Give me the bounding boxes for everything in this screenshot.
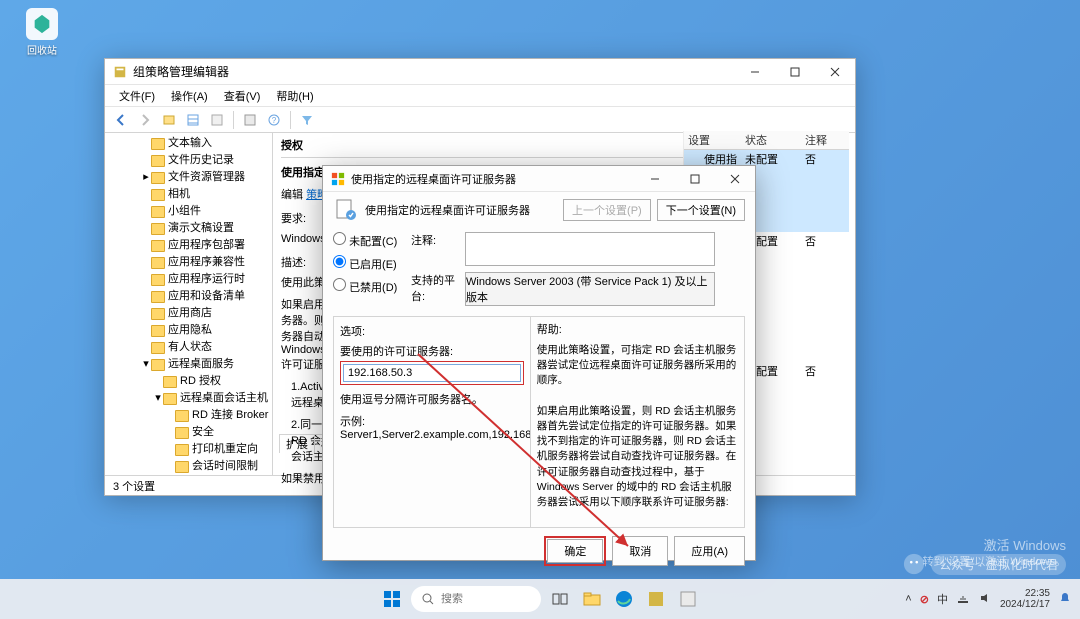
dlg-titlebar[interactable]: 使用指定的远程桌面许可证服务器	[323, 166, 755, 192]
activate-windows-watermark: 激活 Windows 转到"设置"以激活 Windows。	[923, 538, 1067, 569]
tab-extended[interactable]: 扩展	[279, 434, 314, 453]
next-setting-button[interactable]: 下一个设置(N)	[657, 199, 745, 221]
supported-field: Windows Server 2003 (带 Service Pack 1) 及…	[465, 272, 715, 306]
task-view-button[interactable]	[547, 586, 573, 612]
gp-menubar: 文件(F) 操作(A) 查看(V) 帮助(H)	[105, 85, 855, 107]
gp-minimize-button[interactable]	[735, 59, 775, 85]
license-hint: 使用逗号分隔许可服务器名。	[340, 391, 524, 407]
tree-item[interactable]: 应用程序兼容性	[105, 254, 272, 271]
tree-item[interactable]: 应用程序运行时	[105, 271, 272, 288]
dlg-maximize-button[interactable]	[675, 166, 715, 192]
gp-title: 组策略管理编辑器	[133, 63, 735, 80]
dlg-window-icon	[331, 172, 345, 186]
edit-label: 编辑	[281, 189, 303, 201]
tree-item[interactable]: 安全	[105, 424, 272, 441]
menu-help[interactable]: 帮助(H)	[270, 86, 319, 106]
tree-item[interactable]: 应用程序包部署	[105, 237, 272, 254]
help-pane: 帮助: 使用此策略设置，可指定 RD 会话主机服务器尝试定位远程桌面许可证服务器…	[531, 317, 744, 527]
menu-file[interactable]: 文件(F)	[113, 86, 161, 106]
edge-taskbar-icon[interactable]	[611, 586, 637, 612]
policy-icon	[333, 198, 357, 222]
taskbar-search-input[interactable]	[441, 593, 531, 605]
options-header: 选项:	[340, 323, 524, 339]
policy-dialog-window: 使用指定的远程桌面许可证服务器 使用指定的远程桌面许可证服务器 上一个设置(P)…	[322, 165, 756, 561]
example-text: Server1,Server2.example.com,192.168.1.1	[340, 429, 524, 441]
tree-item[interactable]: 文本输入	[105, 135, 272, 152]
recycle-bin-desktop-icon[interactable]: 回收站	[18, 8, 66, 57]
tree-item[interactable]: 应用隐私	[105, 322, 272, 339]
tree-item[interactable]: 会话时间限制	[105, 458, 272, 475]
tree-item[interactable]: RD 授权	[105, 373, 272, 390]
gp-tree-panel[interactable]: 文本输入文件历史记录▸文件资源管理器相机小组件演示文稿设置应用程序包部署应用程序…	[105, 133, 273, 475]
toolbar-help-icon[interactable]: ?	[264, 110, 284, 130]
tree-item[interactable]: 小组件	[105, 203, 272, 220]
toolbar-forward-button[interactable]	[135, 110, 155, 130]
toolbar-list-icon[interactable]	[183, 110, 203, 130]
options-pane: 选项: 要使用的许可证服务器: 使用逗号分隔许可服务器名。 示例: Server…	[334, 317, 531, 527]
tree-item[interactable]: ▾远程桌面会话主机	[105, 390, 272, 407]
taskbar: ˄ ⊘ 中 22:35 2024/12/17	[0, 579, 1080, 619]
tray-network-icon[interactable]	[956, 591, 970, 608]
gp-taskbar-icon[interactable]	[643, 586, 669, 612]
taskbar-clock[interactable]: 22:35 2024/12/17	[1000, 588, 1050, 610]
tree-item[interactable]: 应用和设备清单	[105, 288, 272, 305]
toolbar-filter-icon[interactable]	[297, 110, 317, 130]
example-label: 示例:	[340, 413, 524, 429]
tree-item[interactable]: ▸文件资源管理器	[105, 169, 272, 186]
taskbar-search[interactable]	[411, 586, 541, 612]
menu-view[interactable]: 查看(V)	[218, 86, 267, 106]
tray-volume-icon[interactable]	[978, 591, 992, 608]
settings-taskbar-icon[interactable]	[675, 586, 701, 612]
tree-item[interactable]: 有人状态	[105, 339, 272, 356]
gp-maximize-button[interactable]	[775, 59, 815, 85]
cancel-button[interactable]: 取消	[612, 536, 668, 566]
dlg-policy-name: 使用指定的远程桌面许可证服务器	[365, 202, 555, 218]
gp-toolbar: ?	[105, 107, 855, 133]
menu-action[interactable]: 操作(A)	[165, 86, 214, 106]
tree-item[interactable]: RD 连接 Broker	[105, 407, 272, 424]
explorer-taskbar-icon[interactable]	[579, 586, 605, 612]
gp-titlebar[interactable]: 组策略管理编辑器	[105, 59, 855, 85]
help-header: 帮助:	[537, 323, 738, 339]
tray-security-icon[interactable]: ⊘	[920, 593, 929, 606]
config-radio-group: 未配置(C) 已启用(E) 已禁用(D)	[333, 232, 401, 295]
radio-enabled[interactable]: 已启用(E)	[333, 255, 401, 272]
gp-close-button[interactable]	[815, 59, 855, 85]
comment-label: 注释:	[411, 232, 459, 266]
gp-window-icon	[113, 65, 127, 79]
license-servers-label: 要使用的许可证服务器:	[340, 343, 524, 359]
desc-label: 描述:	[281, 257, 306, 269]
tree-item[interactable]: 文件历史记录	[105, 152, 272, 169]
ok-button[interactable]: 确定	[547, 539, 603, 563]
search-icon	[421, 592, 435, 606]
prev-setting-button[interactable]: 上一个设置(P)	[563, 199, 651, 221]
dlg-minimize-button[interactable]	[635, 166, 675, 192]
tree-item[interactable]: 应用商店	[105, 305, 272, 322]
tree-item[interactable]: ▾远程桌面服务	[105, 356, 272, 373]
tray-chevron-icon[interactable]: ˄	[905, 593, 911, 605]
radio-disabled[interactable]: 已禁用(D)	[333, 278, 401, 295]
recycle-bin-icon	[26, 8, 58, 40]
tree-item[interactable]: 打印机重定向	[105, 441, 272, 458]
dlg-close-button[interactable]	[715, 166, 755, 192]
toolbar-up-button[interactable]	[159, 110, 179, 130]
comment-field[interactable]	[465, 232, 715, 266]
notifications-icon[interactable]	[1058, 591, 1072, 608]
dlg-title: 使用指定的远程桌面许可证服务器	[351, 171, 635, 187]
toolbar-back-button[interactable]	[111, 110, 131, 130]
help-text: 使用此策略设置，可指定 RD 会话主机服务器尝试定位远程桌面许可证服务器所采用的…	[537, 343, 738, 527]
svg-text:?: ?	[272, 116, 277, 125]
tray-ime-icon[interactable]: 中	[937, 591, 948, 607]
apply-button[interactable]: 应用(A)	[674, 536, 745, 566]
req-label: 要求:	[281, 213, 306, 225]
tree-item[interactable]: 演示文稿设置	[105, 220, 272, 237]
recycle-bin-label: 回收站	[18, 42, 66, 57]
tree-item[interactable]: 相机	[105, 186, 272, 203]
toolbar-properties-icon[interactable]	[240, 110, 260, 130]
supported-label: 支持的平台:	[411, 272, 459, 306]
toolbar-details-icon[interactable]	[207, 110, 227, 130]
license-servers-input[interactable]	[343, 364, 521, 382]
radio-not-configured[interactable]: 未配置(C)	[333, 232, 401, 249]
start-button[interactable]	[379, 586, 405, 612]
